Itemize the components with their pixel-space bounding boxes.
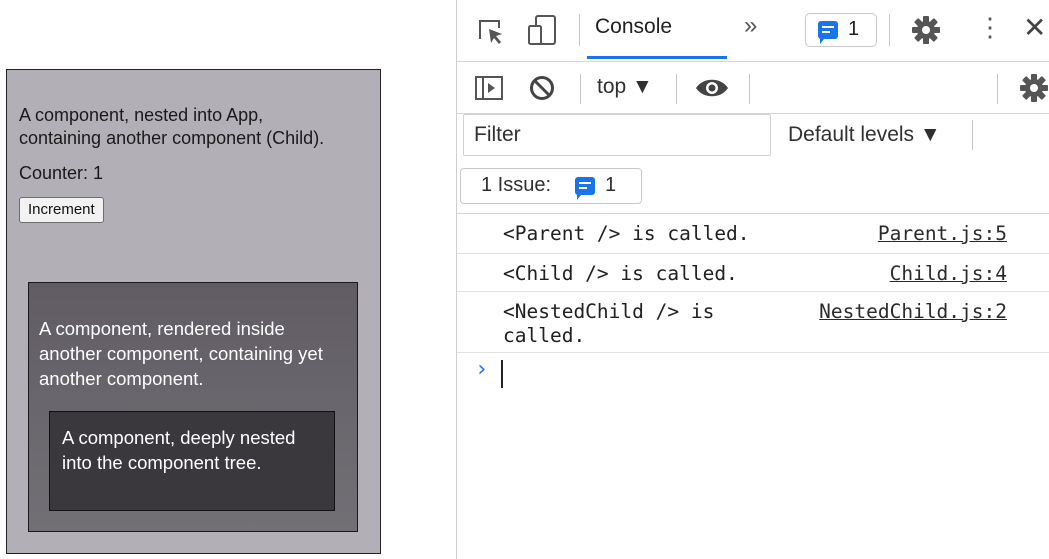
log-message: <Parent /> is called. [503, 222, 750, 245]
tab-separator [889, 14, 890, 46]
console-input-caret[interactable] [501, 360, 503, 388]
issues-button[interactable]: 1 Issue: 1 [460, 168, 642, 204]
inspect-element-icon[interactable] [477, 17, 505, 45]
settings-gear-icon[interactable] [911, 15, 941, 45]
log-message: <NestedChild /> is called. [503, 300, 715, 347]
log-levels-dropdown[interactable]: Default levels ▼ [788, 123, 941, 147]
tab-console[interactable]: Console [595, 15, 672, 39]
increment-button[interactable]: Increment [19, 197, 104, 223]
toolbar-separator [997, 74, 998, 104]
more-options-icon[interactable]: ⋮ [977, 10, 1003, 44]
more-tabs-icon[interactable]: » [744, 12, 757, 40]
log-source-link[interactable]: Child.js:4 [890, 262, 1007, 286]
issues-counter-button[interactable]: 1 [805, 13, 877, 47]
child-description: A component, rendered inside another com… [39, 318, 323, 389]
clear-console-icon[interactable] [529, 75, 555, 101]
issues-button-count: 1 [605, 174, 617, 196]
issues-bar: 1 Issue: 1 [457, 158, 1049, 214]
console-log-row: <Parent /> is called. Parent.js:5 [457, 214, 1049, 254]
nested-child-description: A component, deeply nested into the comp… [62, 427, 296, 473]
device-toolbar-icon[interactable] [527, 14, 557, 46]
filter-bar: Default levels ▼ [457, 114, 1049, 158]
child-component: A component, rendered inside another com… [28, 282, 358, 532]
devtools-panel: Console » 1 ⋮ ✕ top ▼ Filter Default lev… [456, 0, 1049, 559]
filter-input[interactable] [463, 114, 771, 156]
counter-text: Counter: 1 [19, 163, 104, 183]
console-toolbar: top ▼ [457, 62, 1049, 114]
issues-label: 1 Issue: [481, 174, 552, 196]
nested-child-component: A component, deeply nested into the comp… [49, 411, 335, 511]
issues-count: 1 [848, 18, 860, 40]
active-tab-indicator [587, 56, 727, 59]
filter-separator [972, 120, 973, 150]
console-log-row: <NestedChild /> is called. NestedChild.j… [457, 292, 1049, 353]
console-settings-gear-icon[interactable] [1019, 73, 1049, 103]
parent-component: A component, nested into App, containing… [6, 69, 381, 554]
parent-description: A component, nested into App, containing… [19, 105, 325, 148]
issue-message-icon [575, 177, 595, 200]
close-icon[interactable]: ✕ [1023, 11, 1046, 45]
toolbar-separator [749, 74, 750, 104]
context-selector[interactable]: top ▼ [597, 75, 653, 99]
toolbar-separator [676, 74, 677, 104]
toolbar-separator [580, 74, 581, 104]
issue-message-icon [818, 21, 838, 44]
live-expression-eye-icon[interactable] [695, 76, 729, 100]
console-log-row: <Child /> is called. Child.js:4 [457, 254, 1049, 292]
sidebar-toggle-icon[interactable] [475, 76, 503, 100]
log-message: <Child /> is called. [503, 262, 738, 285]
console-prompt-icon: › [475, 357, 489, 382]
log-source-link[interactable]: NestedChild.js:2 [819, 300, 1007, 324]
tab-separator [579, 14, 580, 46]
log-source-link[interactable]: Parent.js:5 [878, 222, 1007, 246]
devtools-tab-bar: Console » 1 ⋮ ✕ [457, 0, 1049, 62]
